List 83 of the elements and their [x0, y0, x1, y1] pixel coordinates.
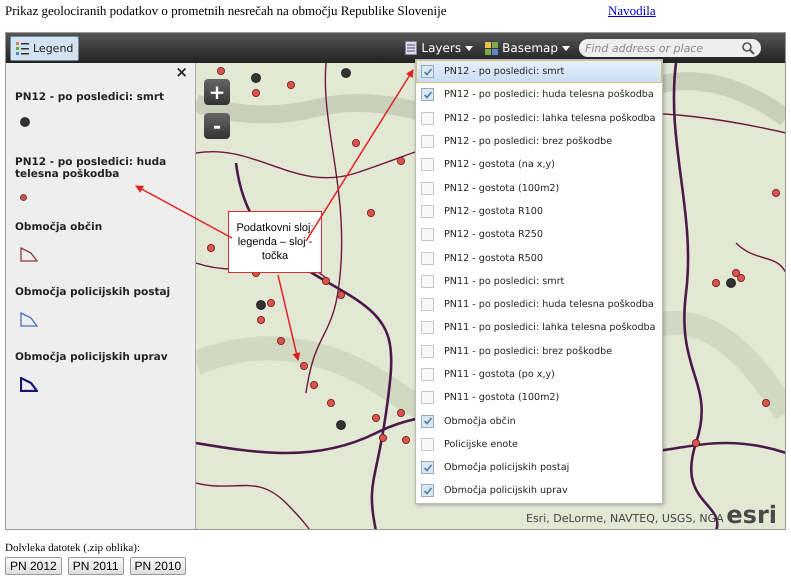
layer-checkbox[interactable] — [421, 274, 434, 288]
layer-item[interactable]: PN11 - gostota (100m2) — [416, 386, 662, 410]
layer-item[interactable]: PN12 - po posledici: lahka telesna poškodba — [416, 106, 662, 130]
map-logo: esri — [726, 503, 777, 527]
layer-label: PN12 - po posledici: lahka telesna poškodba — [444, 112, 656, 124]
legend-label: PN12 - po posledici: smrt — [15, 91, 166, 103]
layer-label: PN11 - gostota (po x,y) — [444, 369, 555, 380]
layer-checkbox[interactable] — [421, 344, 434, 358]
layer-checkbox[interactable] — [421, 182, 434, 195]
layer-checkbox[interactable] — [421, 252, 434, 265]
search-icon[interactable] — [742, 42, 755, 54]
layer-label: PN12 - gostota R250 — [444, 229, 543, 240]
layer-checkbox[interactable] — [421, 298, 434, 312]
legend-label: PN12 - po posledici: huda telesna poškodba — [15, 156, 168, 180]
layer-checkbox[interactable] — [421, 414, 434, 428]
layer-label: PN11 - po posledici: brez poškodbe — [444, 346, 612, 357]
legend-label: Območja policijskih postaj — [15, 286, 172, 298]
layer-checkbox[interactable] — [421, 438, 434, 451]
legend-label: Območja občin — [15, 221, 104, 233]
zoom-in-button[interactable]: + — [204, 79, 230, 105]
layer-item[interactable]: PN12 - gostota (na x,y) — [416, 153, 662, 176]
layer-checkbox[interactable] — [421, 228, 434, 242]
download-button[interactable]: PN 2012 — [5, 557, 62, 575]
basemap-button[interactable]: Basemap — [482, 41, 573, 55]
layer-label: PN12 - po posledici: huda telesna poškodba — [444, 89, 654, 100]
caret-icon — [465, 46, 474, 50]
layer-item[interactable]: Območja občin — [416, 409, 662, 433]
grid-icon — [485, 42, 498, 54]
layer-label: Policijske enote — [444, 438, 518, 450]
layers-button[interactable]: Layers — [402, 41, 476, 55]
close-icon[interactable]: × — [175, 65, 188, 80]
layer-item[interactable]: PN11 - po posledici: brez poškodbe — [416, 340, 662, 363]
layer-item[interactable]: PN12 - gostota R500 — [416, 246, 662, 270]
layer-checkbox[interactable] — [421, 204, 434, 218]
layer-item[interactable]: PN12 - gostota R250 — [416, 223, 662, 246]
layer-label: PN12 - po posledici: brez poškodbe — [444, 136, 612, 148]
layer-checkbox[interactable] — [421, 484, 434, 498]
layer-checkbox[interactable] — [421, 65, 434, 78]
layer-checkbox[interactable] — [421, 158, 434, 172]
layer-label: PN11 - po posledici: lahka telesna poškodba — [444, 322, 656, 334]
layer-label: Območja policijskih uprav — [444, 485, 568, 496]
layer-item[interactable]: PN12 - po posledici: smrt — [416, 60, 662, 84]
layer-label: PN11 - po posledici: smrt — [444, 276, 564, 287]
layer-item[interactable]: PN11 - po posledici: lahka telesna poškodba — [416, 316, 662, 340]
layer-label: Območja policijskih postaj — [444, 462, 570, 474]
layer-item[interactable]: PN12 - gostota (100m2) — [416, 176, 662, 200]
layer-label: PN11 - gostota (100m2) — [444, 392, 560, 404]
layer-label: PN12 - gostota R100 — [444, 206, 543, 217]
layer-item[interactable]: Območja policijskih uprav — [416, 479, 662, 503]
layer-label: PN11 - po posledici: huda telesna poškodba — [444, 299, 654, 310]
layer-checkbox[interactable] — [421, 112, 434, 125]
layer-checkbox[interactable] — [421, 88, 434, 102]
layer-label: PN12 - po posledici: smrt — [444, 66, 564, 78]
layer-item[interactable]: Območja policijskih postaj — [416, 456, 662, 480]
help-link[interactable]: Navodila — [608, 3, 791, 19]
layer-item[interactable]: PN12 - gostota R100 — [416, 200, 662, 224]
layer-item[interactable]: PN12 - po posledici: huda telesna poškodba — [416, 83, 662, 107]
legend-button[interactable]: Legend — [10, 36, 80, 60]
layer-checkbox[interactable] — [421, 321, 434, 334]
layer-label: PN12 - gostota (100m2) — [444, 182, 560, 194]
layer-checkbox[interactable] — [421, 391, 434, 404]
layers-icon — [405, 41, 418, 55]
list-icon — [16, 42, 29, 54]
layer-item[interactable]: PN11 - po posledici: smrt — [416, 270, 662, 293]
zoom-out-button[interactable]: - — [204, 113, 230, 139]
caret-icon — [562, 46, 570, 50]
layer-label: Območja občin — [444, 416, 516, 427]
layer-checkbox[interactable] — [421, 461, 434, 474]
layer-label: PN12 - gostota R500 — [444, 252, 543, 264]
page-title: Prikaz geolociranih podatkov o prometnih nesrečah na območju Republike Slovenije — [4, 3, 448, 19]
layer-item[interactable]: PN11 - gostota (po x,y) — [416, 362, 662, 386]
layer-item[interactable]: PN12 - po posledici: brez poškodbe — [416, 130, 662, 154]
layer-checkbox[interactable] — [421, 368, 434, 381]
layer-checkbox[interactable] — [421, 135, 434, 148]
download-button[interactable]: PN 2011 — [68, 557, 124, 575]
download-button[interactable]: PN 2010 — [130, 557, 186, 575]
layer-item[interactable]: Policijske enote — [416, 432, 662, 456]
search-field[interactable]: Find address or place — [579, 39, 761, 57]
downloads-label: Dolvleka datotek (.zip oblika): — [5, 542, 142, 554]
layer-label: PN12 - gostota (na x,y) — [444, 159, 555, 170]
callout-box: Podatkovni sloj: legenda – sloj - točka — [228, 211, 322, 273]
layer-item[interactable]: PN11 - po posledici: huda telesna poškodba — [416, 292, 662, 316]
legend-label: Območja policijskih uprav — [15, 351, 169, 363]
